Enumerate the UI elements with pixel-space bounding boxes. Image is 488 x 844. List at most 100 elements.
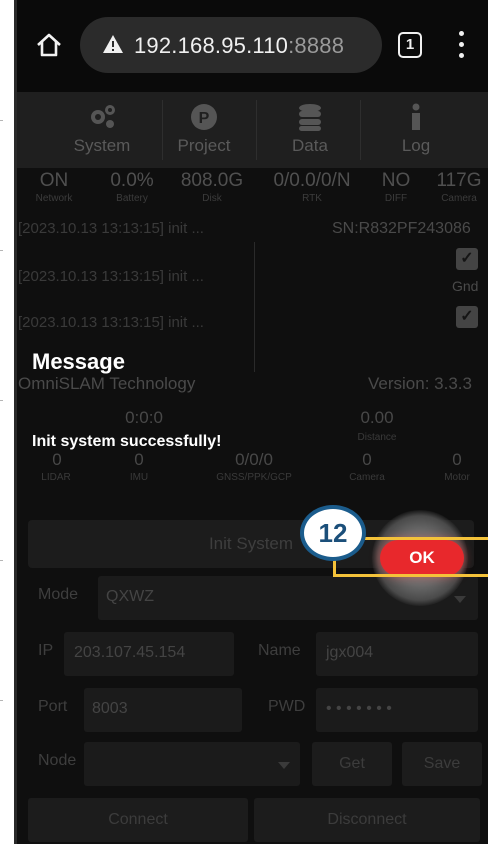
stat-value: 0/0.0/0/N [273, 170, 351, 191]
tab-switcher-button[interactable]: 1 [398, 32, 422, 58]
tab-divider [360, 100, 361, 160]
stat-value: 117G [436, 170, 482, 191]
url-text: 192.168.95.110:8888 [134, 33, 344, 59]
motor-value: 0 [452, 450, 462, 469]
info-icon [401, 102, 431, 132]
ip-label: IP [38, 642, 54, 659]
password-field[interactable]: • • • • • • • [316, 688, 478, 732]
tab-system-label: System [73, 136, 131, 155]
project-p-icon: P [189, 102, 219, 132]
margin-mark [0, 120, 3, 121]
name-label: Name [258, 642, 301, 659]
stat-disk: 808.0G Disk [170, 170, 254, 204]
option-checkbox[interactable]: ✓ [456, 306, 478, 328]
chevron-down-icon [278, 762, 290, 769]
top-navigation: System P Project Data Log [14, 92, 488, 168]
motor-label: Motor [444, 472, 470, 483]
pwd-label: PWD [268, 698, 306, 715]
stat-network: ON Network [24, 170, 84, 204]
margin-mark [0, 560, 3, 561]
lidar-value: 0 [52, 450, 62, 469]
stat-label: Network [35, 193, 73, 204]
margin-mark [0, 250, 3, 251]
margin-mark [0, 400, 3, 401]
imu-value: 0 [134, 450, 144, 469]
serial-number: SN:R832PF243086 [332, 220, 471, 237]
stat-label: Battery [116, 193, 148, 204]
connect-button[interactable]: Connect [28, 798, 248, 842]
sensor-panel: 0:0:0 0.00 Distance 0 LIDAR 0 IMU 0/0/0 … [14, 408, 488, 498]
mode-label: Mode [38, 586, 79, 603]
distance-value: 0.00 [360, 408, 394, 427]
tab-system[interactable]: System [52, 92, 152, 168]
tab-data[interactable]: Data [270, 92, 350, 168]
step-badge: 12 [300, 505, 366, 561]
mode-value: QXWZ [106, 588, 154, 605]
more-menu-icon[interactable] [454, 31, 468, 59]
camera-value: 0 [362, 450, 372, 469]
gnd-checkbox[interactable]: ✓ [456, 248, 478, 270]
stat-label: Camera [441, 193, 477, 204]
distance-label: Distance [357, 432, 397, 443]
phone-edge [14, 0, 17, 844]
dialog-title: Message [32, 349, 125, 374]
log-line: [2023.10.13 13:13:15] init ... [18, 314, 204, 331]
lidar-label: LIDAR [41, 472, 71, 483]
stat-value: 808.0G [180, 170, 244, 191]
stat-value: ON [39, 170, 69, 191]
name-value: jgx004 [326, 644, 374, 661]
not-secure-warning-icon[interactable] [102, 33, 124, 55]
company-name: OmniSLAM Technology [18, 374, 196, 393]
svg-text:P: P [199, 110, 210, 127]
node-label: Node [38, 752, 77, 769]
tab-log-label: Log [401, 136, 431, 155]
url-port: :8888 [288, 33, 345, 58]
password-value: • • • • • • • [326, 700, 392, 717]
dialog-message: Init system successfully! [32, 433, 222, 450]
stat-value: 0.0% [110, 170, 154, 191]
camera-label: Camera [349, 472, 385, 483]
tab-project-label: Project [177, 136, 231, 155]
stat-label: Disk [202, 193, 222, 204]
chevron-down-icon [454, 596, 466, 603]
node-select[interactable] [84, 742, 300, 786]
home-icon[interactable] [34, 30, 64, 60]
version-label: Version: 3.3.3 [368, 374, 472, 393]
port-label: Port [38, 698, 68, 715]
ip-value: 203.107.45.154 [74, 644, 186, 661]
ip-field[interactable]: 203.107.45.154 [64, 632, 234, 676]
browser-toolbar: 192.168.95.110:8888 1 [14, 0, 488, 92]
imu-label: IMU [129, 472, 149, 483]
get-button[interactable]: Get [312, 742, 392, 786]
stat-value: NO [381, 170, 411, 191]
app-content: System P Project Data Log ON Network 0.0… [14, 92, 488, 844]
disconnect-button[interactable]: Disconnect [254, 798, 480, 842]
phone-screen: 192.168.95.110:8888 1 System P Project D… [14, 0, 488, 844]
stat-rtk: 0/0.0/0/N RTK [260, 170, 364, 204]
name-field[interactable]: jgx004 [316, 632, 478, 676]
tab-project[interactable]: P Project [164, 92, 244, 168]
gnss-label: GNSS/PPK/GCP [216, 472, 292, 483]
log-divider [254, 242, 255, 372]
tab-divider [256, 100, 257, 160]
stat-label: RTK [302, 193, 322, 204]
tab-divider [162, 100, 163, 160]
gnss-value: 0/0/0 [235, 450, 273, 469]
port-value: 8003 [92, 700, 128, 717]
left-margin [0, 0, 14, 844]
stat-label: DIFF [384, 193, 408, 204]
tab-log[interactable]: Log [376, 92, 456, 168]
status-bar: ON Network 0.0% Battery 808.0G Disk 0/0.0/0… [14, 170, 488, 214]
elapsed-time: 0:0:0 [125, 408, 163, 427]
stat-camera: 117G Camera [430, 170, 488, 204]
stat-diff: NO DIFF [374, 170, 418, 204]
save-button[interactable]: Save [402, 742, 482, 786]
port-field[interactable]: 8003 [84, 688, 242, 732]
stat-battery: 0.0% Battery [96, 170, 168, 204]
gnd-label: Gnd [452, 278, 479, 294]
tab-data-label: Data [292, 136, 328, 155]
gears-icon [87, 102, 117, 132]
log-line: [2023.10.13 13:13:15] init ... [18, 220, 204, 237]
address-bar[interactable]: 192.168.95.110:8888 [80, 17, 382, 73]
log-line: [2023.10.13 13:13:15] init ... [18, 268, 204, 285]
